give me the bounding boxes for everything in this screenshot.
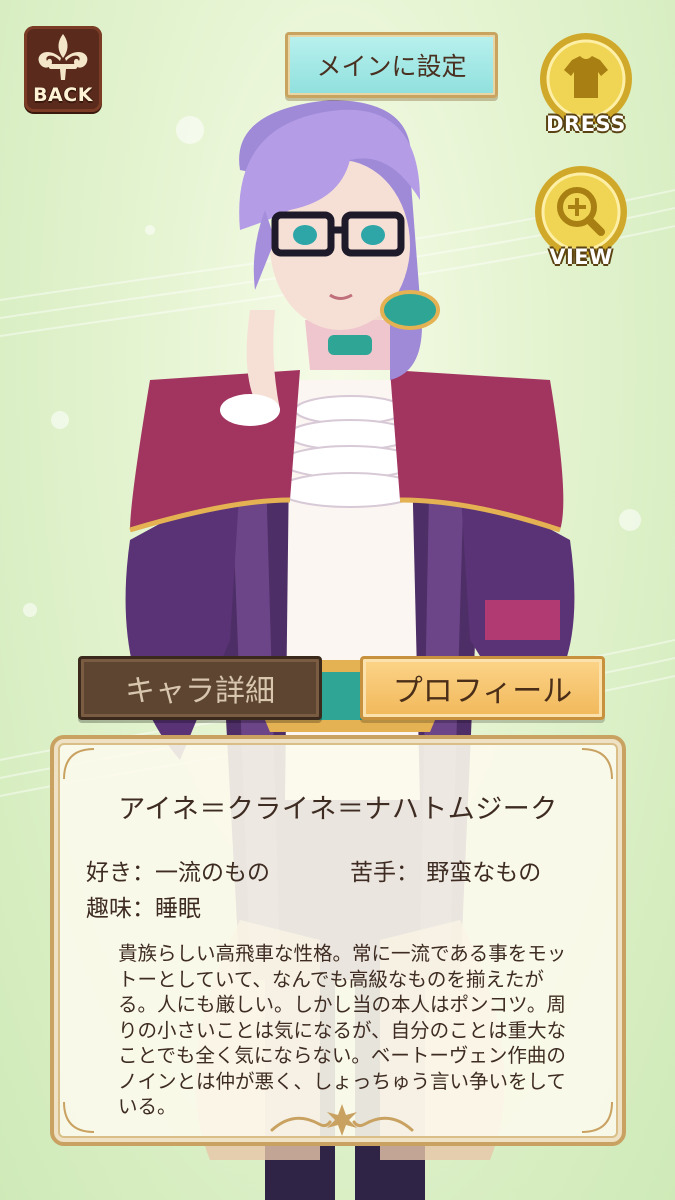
set-main-button[interactable]: メインに設定 [285, 32, 498, 98]
character-description: 貴族らしい高飛車な性格。常に一流である事をモットーとしていて、なんでも高級なもの… [118, 942, 567, 1118]
hobby-text: 趣味：睡眠 [86, 896, 201, 922]
back-label: BACK [33, 84, 93, 106]
tab-character-detail[interactable]: キャラ詳細 [78, 656, 322, 720]
character-bow [328, 335, 372, 355]
character-hair-ornament [380, 290, 440, 330]
view-button[interactable]: VIEW [531, 165, 631, 269]
dislikes-text: 苦手： 野蛮なもの [350, 860, 542, 886]
back-button[interactable]: BACK [24, 26, 102, 112]
fleur-de-lis-icon [38, 34, 88, 80]
tab-profile[interactable]: プロフィール [360, 656, 605, 720]
likes-text: 好き：一流のもの [86, 860, 270, 886]
dress-button[interactable]: DRESS [536, 32, 636, 136]
dress-label: DRESS [546, 112, 626, 136]
view-label: VIEW [549, 245, 613, 269]
profile-panel: アイネ＝クライネ＝ナハトムジーク 好き：一流のもの 苦手： 野蛮なもの 趣味：睡… [50, 735, 626, 1146]
star-ornament-icon [270, 1104, 414, 1136]
character-name: アイネ＝クライネ＝ナハトムジーク [118, 794, 558, 825]
